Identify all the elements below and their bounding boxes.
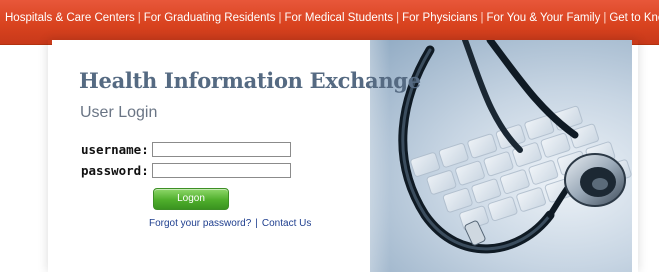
nav-separator: | [137, 12, 141, 24]
login-footer-links: Forgot your password? | Contact Us [149, 218, 311, 229]
footer-separator: | [255, 218, 258, 229]
nav-separator: | [603, 12, 607, 24]
stethoscope-chestpiece [564, 153, 626, 207]
password-row: password: [81, 162, 292, 180]
username-input[interactable] [152, 142, 292, 158]
password-input[interactable] [152, 163, 292, 179]
app-title: Health Information Exchange [79, 68, 421, 93]
username-label: username: [81, 142, 149, 158]
password-label: password: [81, 163, 149, 179]
top-nav-bar: Hospitals & Care Centers | For Graduating … [0, 0, 659, 45]
top-nav-links: Hospitals & Care Centers | For Graduating … [5, 12, 659, 24]
contact-us-link[interactable]: Contact Us [262, 218, 311, 229]
logon-button[interactable]: Logon [153, 188, 229, 210]
nav-link-you-and-family[interactable]: For You & Your Family [487, 12, 601, 24]
username-row: username: [81, 141, 292, 159]
login-heading: User Login [80, 104, 158, 121]
nav-link-graduating-residents[interactable]: For Graduating Residents [144, 12, 276, 24]
nav-link-hospitals[interactable]: Hospitals & Care Centers [5, 12, 135, 24]
nav-separator: | [396, 12, 400, 24]
forgot-password-link[interactable]: Forgot your password? [149, 218, 251, 229]
nav-link-get-to-know-us[interactable]: Get to Know Us [609, 12, 659, 24]
nav-link-medical-students[interactable]: For Medical Students [284, 12, 393, 24]
nav-separator: | [480, 12, 484, 24]
nav-link-physicians[interactable]: For Physicians [402, 12, 477, 24]
